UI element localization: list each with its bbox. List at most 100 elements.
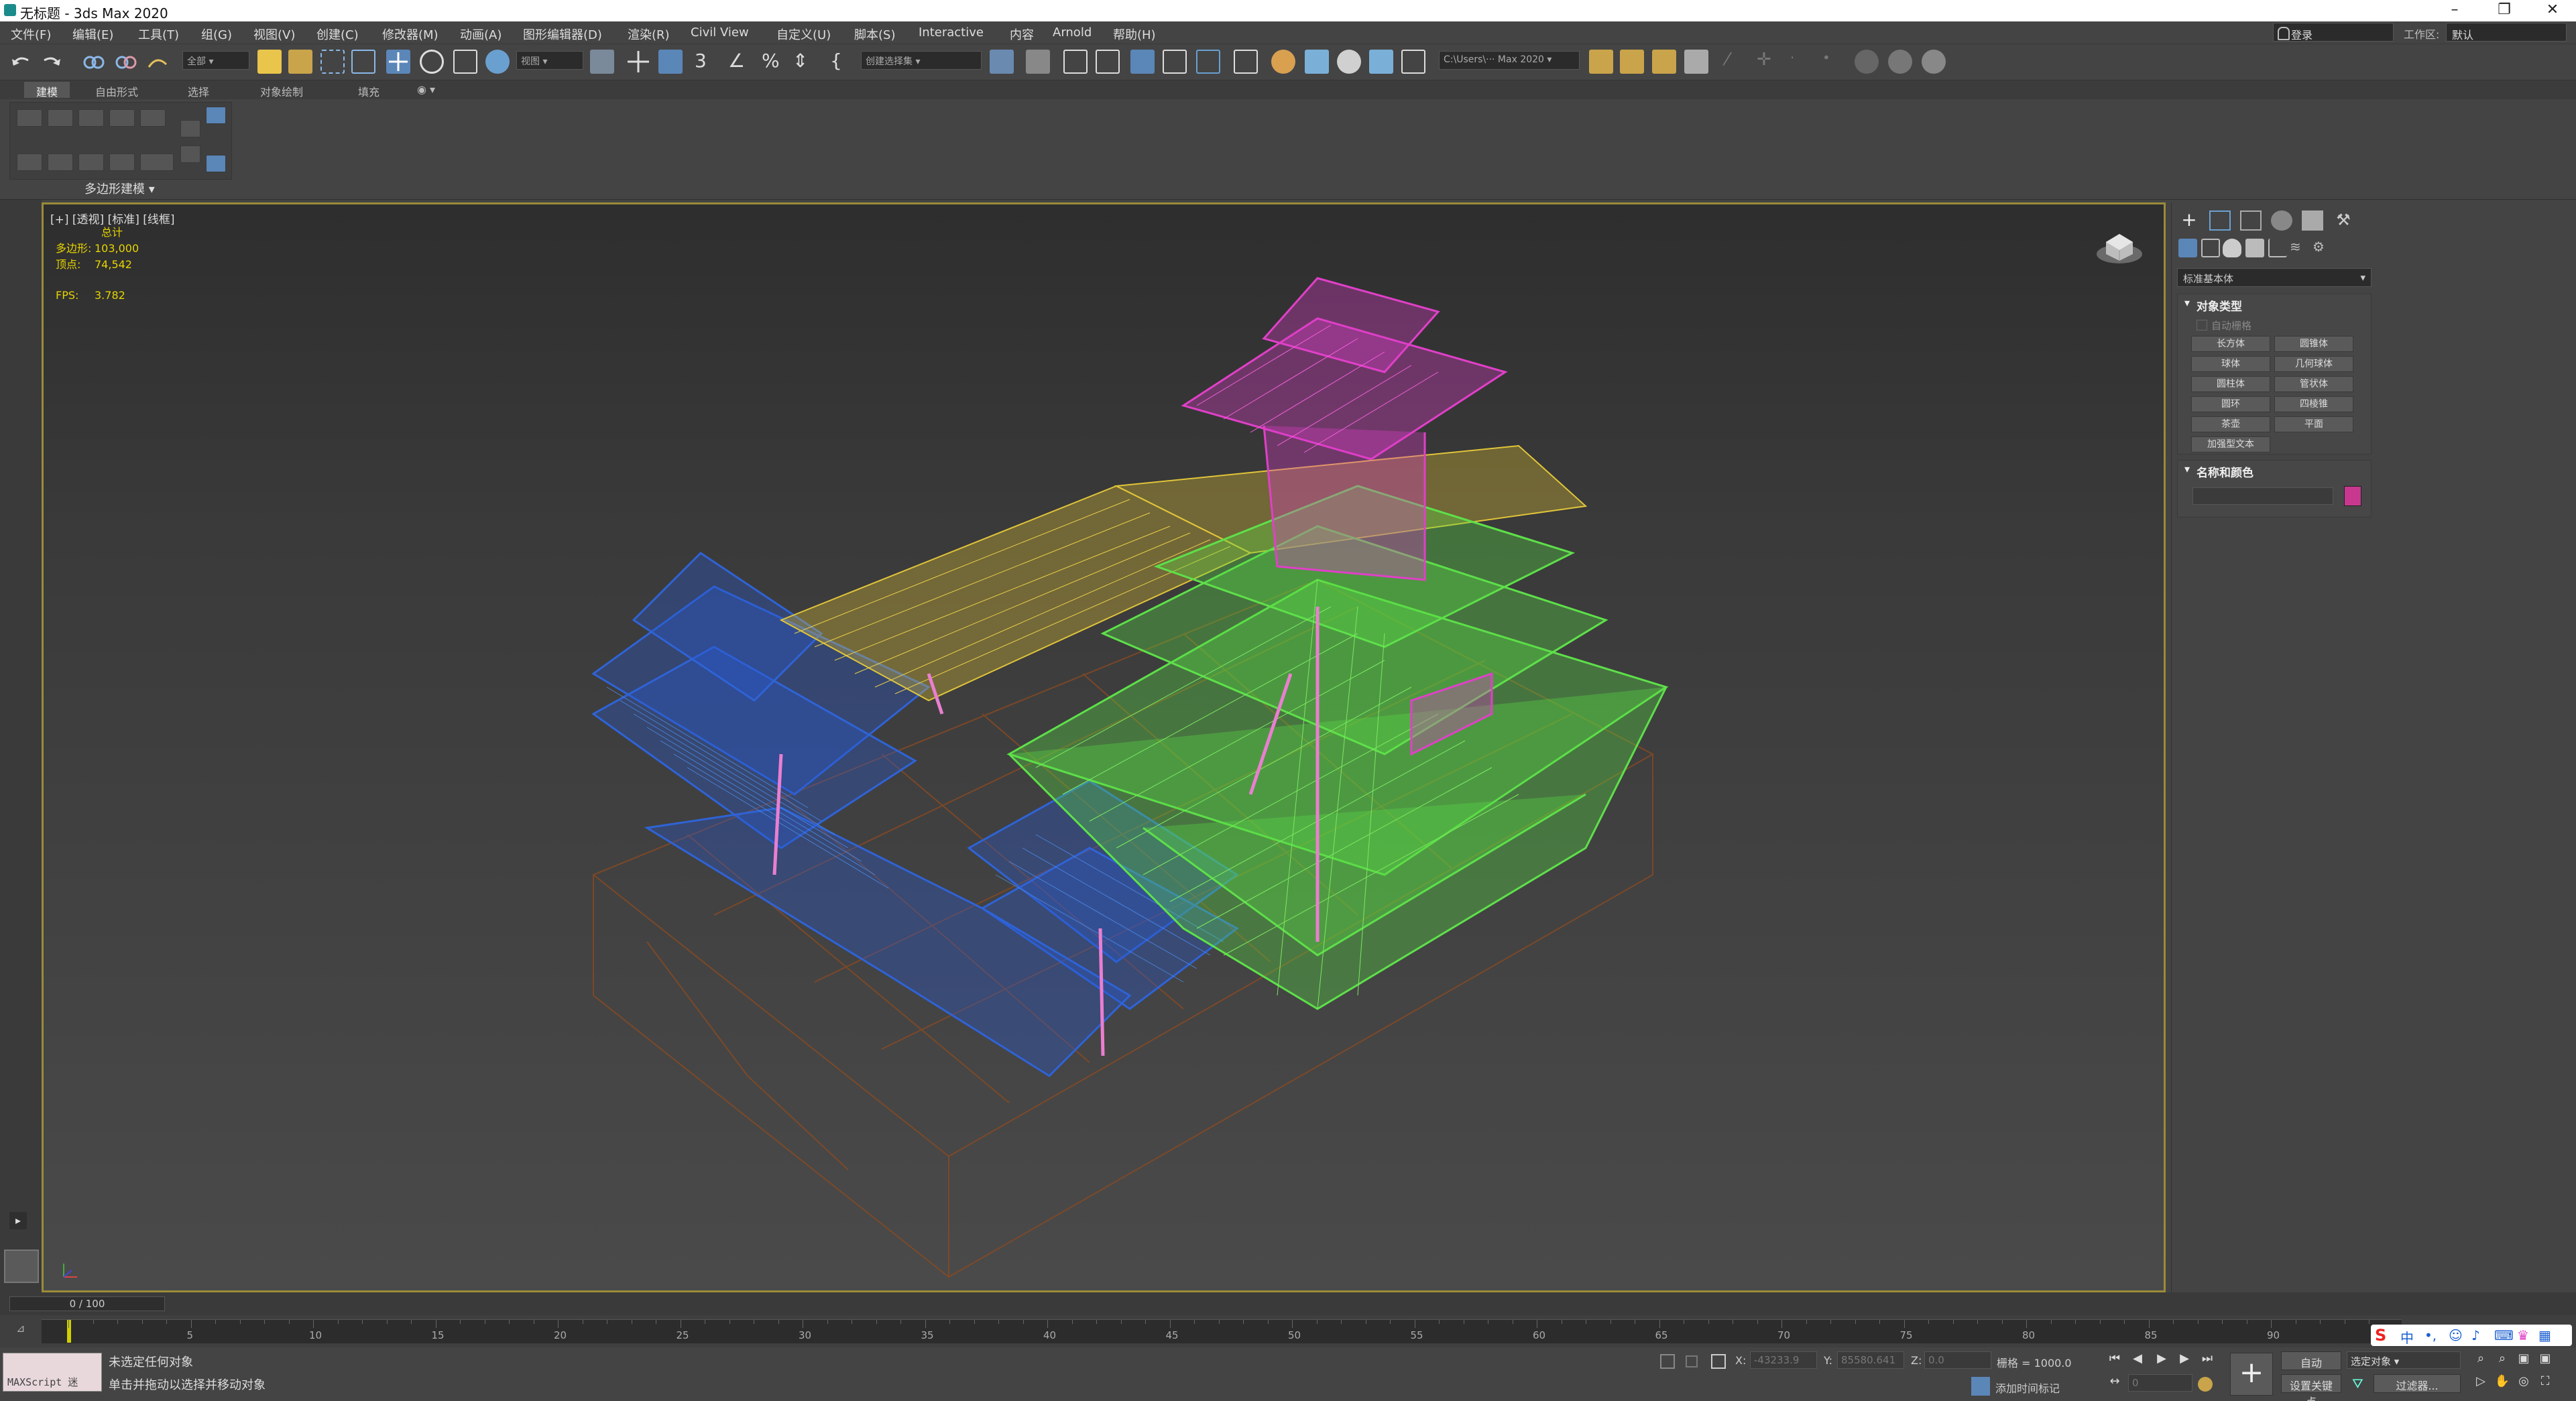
menu-animation[interactable]: 动画(A) [460,25,502,43]
selected-object-dropdown[interactable]: 选定对象 ▾ [2347,1351,2461,1369]
object-type-header[interactable]: 对象类型 [2178,294,2371,314]
menu-civil-view[interactable]: Civil View [691,25,749,40]
rendered-frame-window-icon[interactable] [1305,50,1329,74]
name-and-color-header[interactable]: 名称和颜色 [2178,461,2371,481]
previous-modifier-button[interactable] [180,145,200,163]
current-frame-field[interactable]: 0 [2128,1374,2192,1392]
play-button[interactable]: ▶ [2152,1351,2171,1369]
pyramid-button[interactable]: 四棱锥 [2274,396,2353,412]
tab-populate[interactable]: 填充 [346,82,392,99]
space-warps-icon[interactable]: ≋ [2290,239,2308,257]
cylinder-button[interactable]: 圆柱体 [2191,376,2270,392]
element-mode-button[interactable] [140,109,166,127]
isolate-icon[interactable] [1660,1354,1675,1369]
shapes-icon[interactable] [2201,239,2220,257]
menu-customize[interactable]: 自定义(U) [776,25,831,43]
menu-group[interactable]: 组(G) [201,25,232,43]
place-icon[interactable] [485,50,510,74]
set-key-button[interactable]: 设置关键点 [2281,1374,2341,1401]
ribbon-settings-button[interactable] [206,155,226,172]
tube-button[interactable]: 管状体 [2274,376,2353,392]
auto-key-button[interactable]: 自动 [2281,1351,2341,1370]
select-and-move-icon[interactable] [386,50,410,74]
helpers-icon[interactable] [2268,239,2287,257]
brush-size-3-icon[interactable] [1922,50,1946,74]
edge-mode-button[interactable] [48,109,73,127]
align-icon[interactable] [1026,50,1050,74]
geometry-icon[interactable] [2178,239,2197,257]
menu-graph-editors[interactable]: 图形编辑器(D) [523,25,602,43]
current-frame-marker[interactable] [67,1320,71,1343]
use-soft-selection-button[interactable] [109,154,135,171]
rect-selection-icon[interactable] [320,50,345,74]
next-frame-button[interactable]: ▶ [2175,1351,2194,1369]
workspace-dropdown[interactable]: 默认 [2446,23,2567,42]
tab-selection[interactable]: 选择 [176,82,221,99]
minimize-button[interactable]: – [2431,0,2478,21]
render-shade-icon[interactable] [1401,50,1425,74]
brush-size-2-icon[interactable] [1888,50,1912,74]
vertex-mode-button[interactable] [17,109,42,127]
ime-skin-icon[interactable]: ♛ [2517,1327,2529,1343]
project-folder-dropdown[interactable]: C:\Users\··· Max 2020 ▾ [1439,51,1580,70]
curve-editor-icon[interactable] [1163,50,1187,74]
edit-named-selection-icon[interactable]: { [830,50,854,74]
autogrid-checkbox[interactable]: 自动栅格 [2196,318,2251,332]
pan-view-icon[interactable]: ✋ [2493,1374,2512,1392]
material-editor-icon[interactable] [1234,50,1258,74]
frame-ruler[interactable]: 5 10 15 20 25 30 35 40 45 50 55 60 65 70 75 80 85 90 [42,1319,2402,1343]
spinner-snap-icon[interactable]: ⇕ [793,50,817,74]
zoom-all-icon[interactable]: ⌕ [2493,1351,2512,1369]
category-dropdown[interactable]: 标准基本体 ▾ [2177,268,2372,287]
menu-scripting[interactable]: 脚本(S) [854,25,895,43]
link-unlink-bind-icon[interactable] [79,51,173,74]
motion-tab-icon[interactable] [2271,210,2292,231]
toggle-command-panel-button[interactable] [180,120,200,137]
filters-button[interactable]: 过滤器... [2374,1374,2461,1393]
render-production-icon[interactable] [1337,50,1361,74]
manipulate-icon[interactable] [626,50,650,74]
window-crossing-icon[interactable] [351,50,375,74]
border-mode-button[interactable] [78,109,104,127]
menu-interactive[interactable]: Interactive [919,25,984,40]
display-tab-icon[interactable] [2302,210,2323,231]
add-time-tag[interactable]: 添加时间标记 [1995,1380,2060,1396]
mini-curve-icon[interactable]: ⊿ [16,1322,25,1335]
select-object-icon[interactable] [257,50,282,74]
modify-mode-button[interactable] [17,154,42,171]
polygon-mode-button[interactable] [109,109,135,127]
lock-selection-icon[interactable] [1686,1355,1698,1367]
ime-mic-icon[interactable]: ♪ [2471,1327,2480,1343]
maximize-viewport-icon[interactable]: ⛶ [2536,1374,2555,1392]
hierarchy-tab-icon[interactable] [2240,210,2262,231]
project-folder-icon[interactable] [1589,50,1613,74]
next-modifier-button[interactable] [206,107,226,124]
y-coordinate-field[interactable]: 85580.641 [1837,1351,1904,1369]
zoom-icon[interactable]: ⌕ [2471,1351,2490,1369]
create-tab-icon[interactable]: + [2178,210,2200,231]
box-button[interactable]: 长方体 [2191,336,2270,352]
menu-content[interactable]: 内容 [1010,25,1034,43]
menu-edit[interactable]: 编辑(E) [72,25,113,43]
ime-toolbox-icon[interactable]: ▦ [2538,1327,2551,1343]
select-by-name-icon[interactable] [288,50,312,74]
move-pan-icon[interactable]: ✛ [1757,50,1781,74]
previous-frame-button[interactable]: ◀ [2128,1351,2147,1369]
ime-keyboard-icon[interactable]: ⌨ [2494,1327,2514,1343]
ime-logo-icon[interactable]: S [2375,1326,2386,1345]
menu-tools[interactable]: 工具(T) [138,25,179,43]
menu-help[interactable]: 帮助(H) [1113,25,1156,43]
ref-coord-dropdown[interactable]: 视图 ▾ [516,51,583,70]
ribbon-options-icon[interactable]: ◉ ▾ [405,82,447,98]
restore-button[interactable]: ❐ [2481,0,2528,21]
sphere-button[interactable]: 球体 [2191,356,2270,372]
select-and-scale-icon[interactable] [453,50,477,74]
cone-button[interactable]: 圆锥体 [2274,336,2353,352]
export-icon[interactable] [1684,50,1708,74]
menu-views[interactable]: 视图(V) [253,25,295,43]
ime-punctuation-icon[interactable]: •, [2424,1327,2437,1343]
undo-redo-icon[interactable] [9,52,63,72]
perspective-viewport[interactable]: [+] [透视] [标准] [线框] 总计 多边形: 103,000 顶点: 74,… [42,202,2166,1292]
object-color-swatch[interactable] [2344,486,2361,506]
menu-create[interactable]: 创建(C) [316,25,359,43]
